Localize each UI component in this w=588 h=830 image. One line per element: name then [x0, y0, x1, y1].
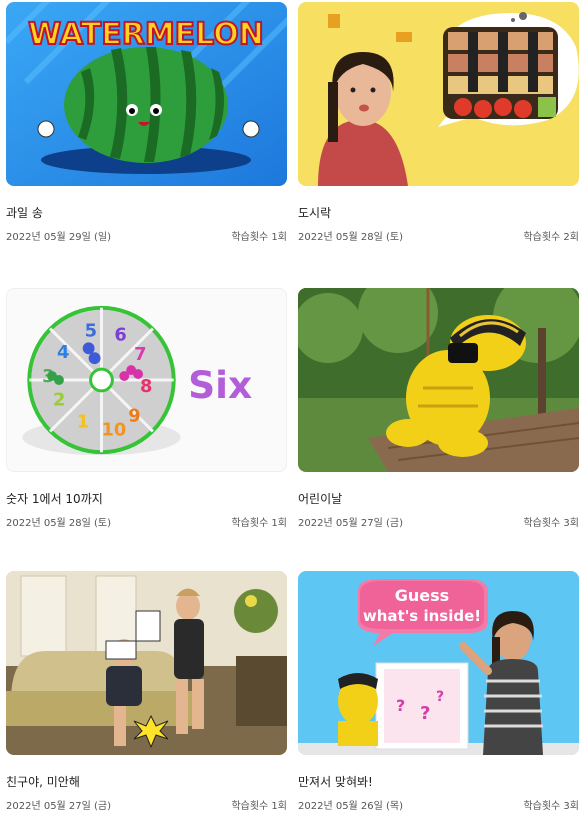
- sorry-friend-thumbnail-image: [6, 571, 287, 755]
- study-count: 학습횟수 2회: [523, 232, 579, 243]
- lunchbox-thumbnail-image: [298, 2, 579, 186]
- video-title[interactable]: 도시락: [298, 204, 331, 221]
- video-date: 2022년 05월 28일 (토): [298, 232, 404, 243]
- svg-text:2: 2: [53, 390, 65, 411]
- svg-text:5: 5: [85, 320, 97, 341]
- video-title[interactable]: 만져서 맞혀봐!: [298, 773, 373, 790]
- video-card[interactable]: WATERMELON 과일 송 2022년 05월 29일 (일) 학습횟수 1…: [6, 2, 287, 243]
- study-count: 학습횟수 1회: [231, 801, 287, 812]
- video-title[interactable]: 친구야, 미안해: [6, 773, 80, 790]
- video-thumbnail[interactable]: [298, 2, 579, 186]
- svg-text:7: 7: [134, 344, 146, 365]
- video-date: 2022년 05월 29일 (일): [6, 232, 112, 243]
- watermelon-thumbnail-image: WATERMELON: [6, 2, 287, 186]
- video-card[interactable]: 친구야, 미안해 2022년 05월 27일 (금) 학습횟수 1회: [6, 571, 287, 812]
- svg-text:?: ?: [420, 703, 430, 724]
- video-date: 2022년 05월 26일 (목): [298, 801, 404, 812]
- thumbnail-number-text: Six: [188, 363, 252, 407]
- svg-text:4: 4: [57, 342, 69, 363]
- thumbnail-whats-inside-text: what's inside!: [363, 607, 481, 625]
- study-count: 학습횟수 3회: [523, 518, 579, 529]
- video-thumbnail[interactable]: [298, 288, 579, 472]
- study-count: 학습횟수 1회: [231, 232, 287, 243]
- video-title[interactable]: 어린이날: [298, 490, 342, 507]
- guess-what-thumbnail-image: Guess what's inside! ?? ?: [298, 571, 579, 755]
- svg-text:9: 9: [128, 406, 140, 427]
- numbers-thumbnail-image: 56 47 89 101 23 Six: [7, 289, 286, 471]
- svg-text:1: 1: [77, 411, 89, 432]
- svg-text:6: 6: [114, 324, 126, 345]
- video-date: 2022년 05월 27일 (금): [298, 518, 404, 529]
- childrens-day-thumbnail-image: [298, 288, 579, 472]
- video-thumbnail[interactable]: 56 47 89 101 23 Six: [6, 288, 287, 472]
- svg-text:?: ?: [436, 689, 444, 705]
- video-date: 2022년 05월 27일 (금): [6, 801, 112, 812]
- video-thumbnail[interactable]: [6, 571, 287, 755]
- thumbnail-title-text: WATERMELON: [28, 17, 264, 52]
- video-card[interactable]: 어린이날 2022년 05월 27일 (금) 학습횟수 3회: [298, 288, 579, 529]
- study-count: 학습횟수 1회: [231, 518, 287, 529]
- study-count: 학습횟수 3회: [523, 801, 579, 812]
- svg-text:?: ?: [396, 696, 405, 715]
- video-card[interactable]: Guess what's inside! ?? ? 만져서 맞혀봐! 2022년…: [298, 571, 579, 812]
- svg-text:8: 8: [140, 376, 152, 397]
- video-card[interactable]: 56 47 89 101 23 Six 숫자 1에서 10까지 2022년 05…: [6, 288, 287, 529]
- video-title[interactable]: 숫자 1에서 10까지: [6, 490, 103, 507]
- svg-text:10: 10: [101, 419, 126, 440]
- video-title[interactable]: 과일 송: [6, 204, 43, 221]
- video-date: 2022년 05월 28일 (토): [6, 518, 112, 529]
- thumbnail-guess-text: Guess: [395, 586, 449, 605]
- video-card[interactable]: 도시락 2022년 05월 28일 (토) 학습횟수 2회: [298, 2, 579, 243]
- video-thumbnail[interactable]: Guess what's inside! ?? ?: [298, 571, 579, 755]
- video-thumbnail[interactable]: WATERMELON: [6, 2, 287, 186]
